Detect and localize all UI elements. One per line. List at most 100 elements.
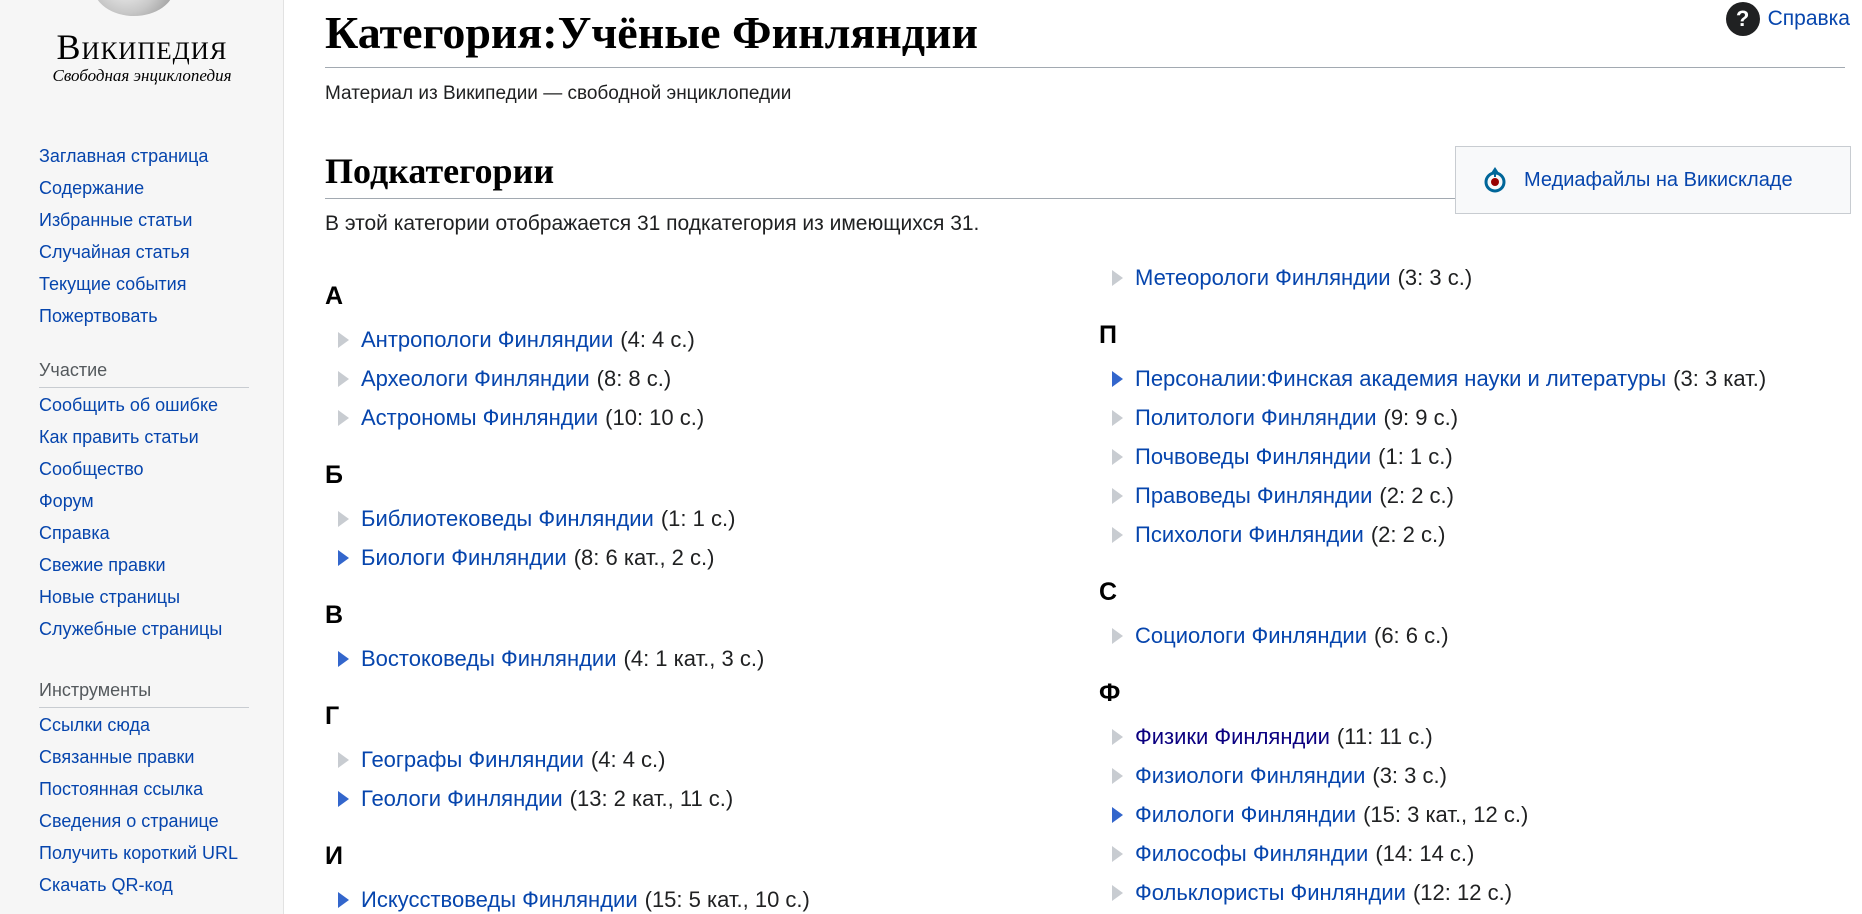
commons-link[interactable]: Медиафайлы на Викискладе: [1524, 169, 1793, 192]
sidebar-nav-tools: Инструменты Ссылки сюда Связанные правки П…: [39, 680, 249, 906]
subcategory-link[interactable]: Астрономы Финляндии: [361, 405, 598, 431]
sidebar-link-tools-1[interactable]: Связанные правки: [39, 746, 249, 768]
subcategory-item: Правоведы Финляндии (2: 2 с.): [1099, 476, 1839, 515]
subcategory-item: Физиологи Финляндии (3: 3 с.): [1099, 756, 1839, 795]
subcategory-link[interactable]: Физиологи Финляндии: [1135, 763, 1365, 789]
sidebar-link-participation-4[interactable]: Справка: [39, 522, 249, 544]
empty-arrow-icon: [1112, 845, 1123, 862]
subcategory-group: С Социологи Финляндии (6: 6 с.): [1099, 578, 1839, 655]
group-letter: С: [1099, 578, 1118, 606]
subcategory-link[interactable]: Археологи Финляндии: [361, 366, 590, 392]
subcategory-item: Фольклористы Финляндии (12: 12 с.): [1099, 873, 1839, 912]
sidebar-link-tools-2[interactable]: Постоянная ссылка: [39, 778, 249, 800]
expand-arrow-icon[interactable]: [338, 891, 349, 908]
subcategory-count: (4: 1 кат., 3 с.): [623, 645, 765, 671]
subcategory-link[interactable]: Антропологи Финляндии: [361, 327, 613, 353]
subcategory-count: (12: 12 с.): [1412, 879, 1513, 905]
main-content: ? Справка Категория:Учёные Финляндии Мат…: [284, 0, 1862, 914]
sidebar-link-main-0[interactable]: Заглавная страница: [39, 145, 249, 167]
sidebar-link-participation-0[interactable]: Сообщить об ошибке: [39, 394, 249, 416]
empty-arrow-icon: [1112, 728, 1123, 745]
subcategory-count: (8: 8 с.): [596, 365, 672, 391]
sidebar-link-main-3[interactable]: Случайная статья: [39, 241, 249, 263]
wikipedia-logo[interactable]: Википедия Свободная энциклопедия: [0, 0, 284, 110]
sidebar-link-tools-4[interactable]: Получить короткий URL: [39, 842, 249, 864]
subcategory-link[interactable]: Правоведы Финляндии: [1135, 483, 1372, 509]
sidebar-link-participation-7[interactable]: Служебные страницы: [39, 618, 249, 640]
subcategory-count: (2: 2 с.): [1370, 521, 1446, 547]
sidebar-link-participation-1[interactable]: Как править статьи: [39, 426, 249, 448]
sidebar-link-participation-6[interactable]: Новые страницы: [39, 586, 249, 608]
subcategory-item: Филологи Финляндии (15: 3 кат., 12 с.): [1099, 795, 1839, 834]
empty-arrow-icon: [338, 370, 349, 387]
subcategory-item: Геологи Финляндии (13: 2 кат., 11 с.): [325, 779, 1025, 818]
group-letter: А: [325, 282, 344, 310]
subcategory-link[interactable]: Физики Финляндии: [1135, 724, 1330, 750]
subcategory-count: (2: 2 с.): [1379, 482, 1454, 508]
empty-arrow-icon: [1112, 269, 1123, 286]
nav-heading-tools: Инструменты: [39, 680, 249, 708]
subcategory-item: Философы Финляндии (14: 14 с.): [1099, 834, 1839, 873]
subcategory-count: (9: 9 с.): [1383, 404, 1459, 430]
subcategory-link[interactable]: Фольклористы Финляндии: [1135, 880, 1406, 906]
empty-arrow-icon: [1112, 884, 1123, 901]
group-letter: П: [1099, 321, 1117, 349]
expand-arrow-icon[interactable]: [1112, 370, 1123, 387]
sidebar-link-main-4[interactable]: Текущие события: [39, 273, 249, 295]
expand-arrow-icon[interactable]: [1112, 806, 1123, 823]
subcategory-link[interactable]: Персоналии:Финская академия науки и лите…: [1135, 366, 1666, 392]
subcategory-item: Социологи Финляндии (6: 6 с.): [1099, 616, 1839, 655]
subcategory-link[interactable]: Почвоведы Финляндии: [1135, 444, 1371, 470]
subcategory-link[interactable]: Политологи Финляндии: [1135, 405, 1377, 431]
subcategory-item: Библиотековеды Финляндии (1: 1 с.): [325, 499, 1025, 538]
subcategory-link[interactable]: Филологи Финляндии: [1135, 802, 1356, 828]
subcategory-link[interactable]: Искусствоведы Финляндии: [361, 887, 638, 913]
subcategory-count: (3: 3 с.): [1397, 264, 1473, 290]
subcategory-item: Почвоведы Финляндии (1: 1 с.): [1099, 437, 1839, 476]
sidebar-link-main-5[interactable]: Пожертвовать: [39, 305, 249, 327]
subcategory-count: (6: 6 с.): [1374, 622, 1449, 648]
sidebar-link-tools-3[interactable]: Сведения о странице: [39, 810, 249, 832]
sidebar-link-main-1[interactable]: Содержание: [39, 177, 249, 199]
subcategory-link[interactable]: Метеорологи Финляндии: [1135, 265, 1391, 291]
subcategory-link[interactable]: Геологи Финляндии: [361, 786, 563, 812]
subcategory-link[interactable]: Библиотековеды Финляндии: [361, 506, 654, 532]
sidebar-link-participation-5[interactable]: Свежие правки: [39, 554, 249, 576]
subcategory-link[interactable]: Философы Финляндии: [1135, 841, 1368, 867]
sidebar-link-tools-0[interactable]: Ссылки сюда: [39, 714, 249, 736]
subcategory-count: (14: 14 с.): [1375, 840, 1475, 866]
subcategory-group: В Востоковеды Финляндии (4: 1 кат., 3 с.): [325, 601, 1025, 678]
site-tagline: Материал из Википедии — свободной энцикл…: [325, 83, 792, 104]
sidebar-link-main-2[interactable]: Избранные статьи: [39, 209, 249, 231]
subcategory-column-1: А Антропологи Финляндии (4: 4 с.) Археологи…: [325, 282, 1025, 914]
subcategory-count: (13: 2 кат., 11 с.): [569, 785, 734, 811]
subcategory-column-2: Метеорологи Финляндии (3: 3 с.) П Персонали…: [1099, 258, 1839, 914]
empty-arrow-icon: [338, 409, 349, 426]
nav-heading-participation: Участие: [39, 360, 249, 388]
subcategory-count-text: В этой категории отображается 31 подкате…: [325, 212, 980, 235]
expand-arrow-icon[interactable]: [338, 650, 349, 667]
subcategory-link[interactable]: Географы Финляндии: [361, 747, 584, 773]
sidebar-link-participation-3[interactable]: Форум: [39, 490, 249, 512]
empty-arrow-icon: [1112, 627, 1123, 644]
sidebar-link-tools-5[interactable]: Скачать QR-код: [39, 874, 249, 896]
subcategory-link[interactable]: Социологи Финляндии: [1135, 623, 1367, 649]
expand-arrow-icon[interactable]: [338, 549, 349, 566]
empty-arrow-icon: [1112, 526, 1123, 543]
sidebar-link-participation-2[interactable]: Сообщество: [39, 458, 249, 480]
sidebar-nav-participation: Участие Сообщить об ошибке Как править ст…: [39, 360, 249, 650]
subcategory-count: (10: 10 с.): [605, 404, 705, 430]
subcategory-link[interactable]: Востоковеды Финляндии: [361, 646, 617, 672]
logo-wordmark: Википедия: [56, 27, 228, 67]
section-heading-subcategories: Подкатегории: [325, 150, 1485, 199]
subcategory-count: (11: 11 с.): [1336, 723, 1433, 749]
expand-arrow-icon[interactable]: [338, 790, 349, 807]
empty-arrow-icon: [1112, 487, 1123, 504]
subcategory-count: (8: 6 кат., 2 с.): [573, 544, 715, 570]
subcategory-link[interactable]: Психологи Финляндии: [1135, 522, 1364, 548]
sidebar: Википедия Свободная энциклопедия Заглавн…: [0, 0, 284, 914]
subcategory-link[interactable]: Биологи Финляндии: [361, 545, 567, 571]
wikimedia-commons-icon: [1484, 167, 1506, 193]
subcategory-group: Ф Физики Финляндии (11: 11 с.) Физиологи Фи…: [1099, 679, 1839, 912]
subcategory-group: А Антропологи Финляндии (4: 4 с.) Археологи…: [325, 282, 1025, 437]
